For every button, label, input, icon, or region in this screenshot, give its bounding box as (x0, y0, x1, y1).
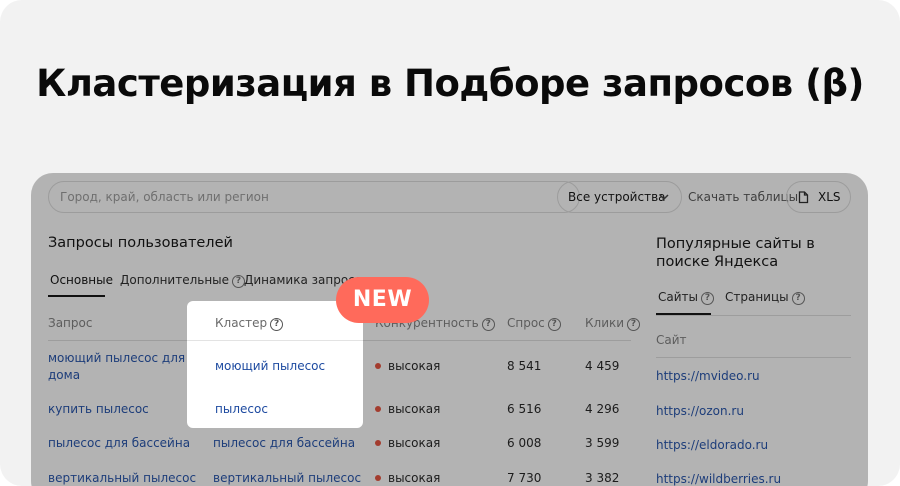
query-link[interactable]: вертикальный пылесос (48, 471, 196, 485)
help-icon[interactable]: ? (701, 292, 714, 305)
demand-cell: 8 541 (507, 359, 542, 373)
tab-sites[interactable]: Сайты? (658, 290, 714, 305)
demand-cell: 7 730 (507, 471, 542, 485)
clicks-cell: 4 296 (585, 402, 620, 416)
popular-sites-title: Популярные сайты в поиске Яндекса (656, 236, 815, 270)
competition-dot (375, 475, 381, 481)
cluster-link[interactable]: пылесос (215, 402, 268, 416)
chevron-down-icon (659, 182, 669, 225)
sites-header-divider (656, 357, 851, 358)
promo-card: Кластеризация в Подборе запросов (β) Гор… (0, 0, 900, 486)
column-header-cluster: Кластер? (215, 316, 284, 331)
column-header-demand: Спрос? (507, 316, 561, 331)
competition-cell: высокая (375, 471, 440, 485)
tab-main-label: Основные (50, 273, 114, 287)
competition-cell: высокая (375, 359, 440, 373)
competition-cell: высокая (375, 402, 440, 416)
column-header-query: Запрос (48, 316, 93, 330)
tab-pages-label: Страницы (725, 290, 789, 304)
column-header-site: Сайт (656, 333, 687, 347)
active-tab-underline (48, 295, 105, 297)
column-header-clicks: Клики? (585, 316, 641, 331)
competition-value: высокая (388, 402, 441, 416)
clicks-cell: 3 599 (585, 436, 620, 450)
region-input[interactable]: Город, край, область или регион (48, 181, 580, 213)
cluster-link[interactable]: вертикальный пылесос (213, 471, 361, 485)
demand-cell: 6 516 (507, 402, 542, 416)
competition-value: высокая (388, 436, 441, 450)
competition-dot (375, 406, 381, 412)
competition-cell: высокая (375, 436, 440, 450)
site-link[interactable]: https://mvideo.ru (656, 369, 760, 383)
site-link[interactable]: https://ozon.ru (656, 404, 744, 418)
help-icon[interactable]: ? (791, 292, 805, 305)
help-icon[interactable]: ? (627, 318, 641, 331)
competition-value: высокая (388, 471, 441, 485)
query-link[interactable]: моющий пылесос для дома (48, 350, 198, 384)
help-icon[interactable]: ? (547, 318, 561, 331)
active-tab-underline (656, 313, 711, 315)
competition-dot (375, 440, 381, 446)
tab-sites-label: Сайты (658, 290, 698, 304)
sites-tabs-divider (656, 315, 851, 316)
column-header-demand-label: Спрос (507, 316, 545, 330)
xls-download-button[interactable]: XLS (786, 181, 851, 213)
column-header-clicks-label: Клики (585, 316, 625, 330)
device-select-label: Все устройства (568, 190, 666, 204)
queries-section-title: Запросы пользователей (48, 235, 233, 251)
new-badge: NEW (336, 277, 429, 323)
xls-label: XLS (818, 190, 841, 204)
query-link[interactable]: пылесос для бассейна (48, 436, 190, 450)
cluster-link[interactable]: моющий пылесос (215, 359, 325, 373)
tab-additional-label: Дополнительные (120, 273, 230, 287)
query-link[interactable]: купить пылесос (48, 402, 149, 416)
tab-pages[interactable]: Страницы? (725, 290, 805, 305)
clicks-cell: 3 382 (585, 471, 620, 485)
clicks-cell: 4 459 (585, 359, 620, 373)
wordstat-panel: Город, край, область или регион Все устр… (31, 173, 868, 486)
competition-dot (375, 363, 381, 369)
download-tables-label: Скачать таблицы (688, 190, 799, 204)
help-icon[interactable]: ? (270, 318, 284, 331)
demand-cell: 6 008 (507, 436, 542, 450)
column-header-cluster-label: Кластер (215, 316, 268, 330)
competition-value: высокая (388, 359, 441, 373)
cluster-link[interactable]: пылесос для бассейна (213, 436, 355, 450)
help-icon[interactable]: ? (481, 318, 495, 331)
cluster-header-divider (187, 340, 363, 341)
site-link[interactable]: https://wildberries.ru (656, 472, 781, 486)
hero-title: Кластеризация в Подборе запросов (β) (36, 62, 864, 105)
cluster-highlight: Кластер? моющий пылесос пылесос (187, 301, 363, 428)
tab-additional[interactable]: Дополнительные? (120, 273, 246, 288)
site-link[interactable]: https://eldorado.ru (656, 438, 768, 452)
tab-main[interactable]: Основные (50, 273, 113, 287)
device-select[interactable]: Все устройства (557, 181, 682, 213)
file-icon (798, 191, 809, 204)
